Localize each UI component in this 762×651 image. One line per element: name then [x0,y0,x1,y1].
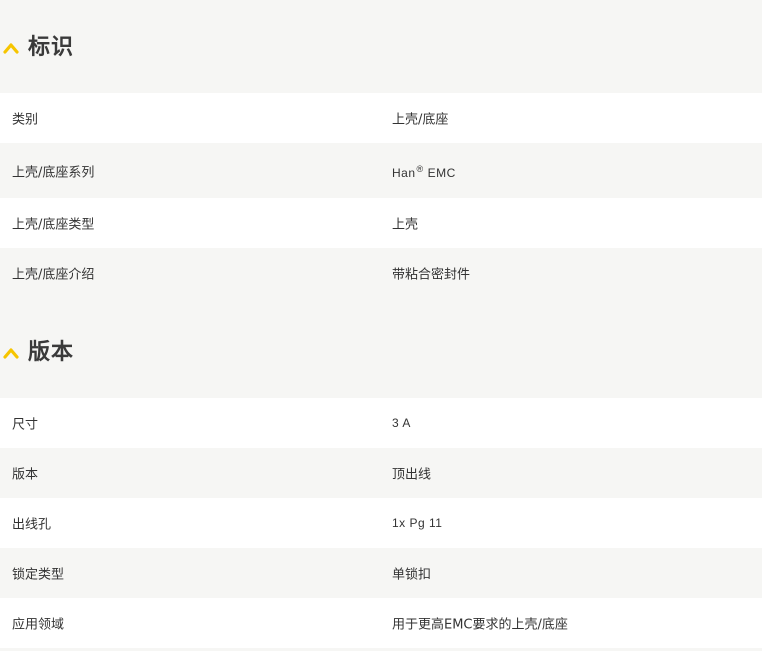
row-value-suffix: EMC [427,166,456,180]
table-row: 尺寸 3 A [0,398,762,448]
row-label: 版本 [12,467,39,483]
section-header-identification[interactable]: 标识 [0,28,762,68]
table-row: 锁定类型 单锁扣 [0,548,762,598]
row-label: 上壳/底座介绍 [12,267,95,283]
row-label: 出线孔 [12,517,52,533]
row-value: 3 A [392,416,411,430]
row-label: 上壳/底座系列 [12,165,95,180]
row-label: 上壳/底座类型 [12,217,95,233]
row-value: 用于更高EMC要求的上壳/底座 [392,617,568,633]
chevron-up-icon [3,348,19,359]
table-row: 出线孔 1x Pg 11 [0,498,762,548]
row-value-prefix: Han [392,166,416,180]
table-row: 上壳/底座系列 Han® EMC [0,143,762,198]
row-label: 应用领域 [12,617,65,633]
registered-mark: ® [416,164,424,174]
row-value: 顶出线 [392,467,432,483]
row-value: 上壳 [392,217,419,233]
table-row: 上壳/底座介绍 带粘合密封件 [0,248,762,298]
section-title-identification: 标识 [28,35,75,60]
section-header-version[interactable]: 版本 [0,333,762,373]
row-label: 类别 [12,112,39,128]
table-row: 应用领域 用于更高EMC要求的上壳/底座 [0,598,762,648]
table-row: 上壳/底座类型 上壳 [0,198,762,248]
table-row: 类别 上壳/底座 [0,93,762,143]
row-value: 1x Pg 11 [392,516,443,530]
row-value: 带粘合密封件 [392,267,471,283]
row-value: Han® EMC [392,164,456,181]
table-row: 版本 顶出线 [0,448,762,498]
row-label: 锁定类型 [12,567,65,583]
row-value: 单锁扣 [392,567,432,583]
section-title-version: 版本 [28,340,75,365]
row-label: 尺寸 [12,417,39,433]
product-details-page: 标识 类别 上壳/底座 上壳/底座系列 Han® EMC 上壳/底座类型 上壳 上… [0,0,762,651]
row-value: 上壳/底座 [392,112,449,128]
chevron-up-icon [3,43,19,54]
